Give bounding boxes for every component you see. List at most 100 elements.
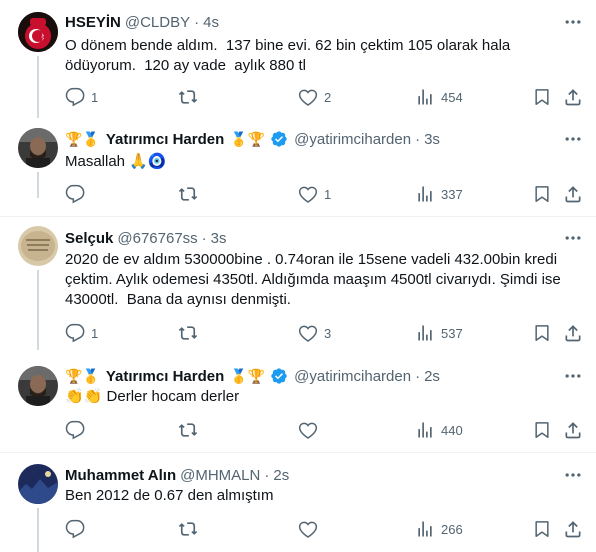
views-count: 337 — [441, 186, 463, 202]
author-handle[interactable]: @CLDBY — [125, 14, 190, 31]
more-icon[interactable] — [563, 12, 583, 32]
tweet-header: Selçuk @676767ss · 3s — [65, 228, 227, 248]
like-button[interactable] — [298, 519, 324, 539]
like-button[interactable] — [298, 420, 324, 440]
reply-count: 1 — [91, 325, 99, 341]
timestamp[interactable]: 2s — [424, 368, 440, 385]
reply-icon — [65, 87, 85, 107]
reply-button[interactable]: 1 — [65, 87, 98, 107]
action-bar: 1 337 — [65, 184, 585, 204]
bookmark-button[interactable] — [532, 519, 552, 539]
tweet-divider — [0, 452, 596, 453]
share-icon — [565, 186, 581, 203]
views-button[interactable]: 440 — [415, 420, 463, 440]
views-icon — [418, 186, 432, 202]
thread-line — [37, 172, 39, 198]
like-icon — [298, 422, 318, 439]
like-button[interactable]: 1 — [298, 184, 331, 204]
badge-emoji: 🏆🥇 — [65, 367, 100, 384]
retweet-button[interactable] — [178, 420, 204, 440]
share-button[interactable] — [563, 184, 583, 204]
author-handle[interactable]: @yatirimciharden — [294, 368, 411, 385]
like-count: 3 — [324, 325, 332, 341]
reply-icon — [65, 519, 85, 539]
timestamp[interactable]: 2s — [273, 467, 289, 484]
bookmark-button[interactable] — [532, 184, 552, 204]
share-button[interactable] — [563, 323, 583, 343]
author-handle[interactable]: @yatirimciharden — [294, 131, 411, 148]
bookmark-icon — [535, 89, 549, 105]
verified-badge-icon[interactable] — [270, 367, 288, 385]
share-button[interactable] — [563, 420, 583, 440]
author-name[interactable]: Muhammet Alın — [65, 467, 176, 484]
views-button[interactable]: 337 — [415, 184, 463, 204]
verified-badge-icon[interactable] — [270, 130, 288, 148]
timestamp[interactable]: 4s — [203, 14, 219, 31]
avatar[interactable] — [18, 226, 58, 266]
author-handle[interactable]: @MHMALN — [180, 467, 260, 484]
share-icon — [565, 422, 581, 439]
separator-dot: · — [194, 13, 200, 31]
separator-dot: · — [201, 229, 207, 247]
like-button[interactable]: 3 — [298, 323, 331, 343]
bookmark-button[interactable] — [532, 87, 552, 107]
bookmark-icon — [535, 186, 549, 202]
like-button[interactable]: 2 — [298, 87, 331, 107]
share-icon — [565, 325, 581, 342]
reply-button[interactable] — [65, 420, 91, 440]
author-name[interactable]: HSEYİN — [65, 14, 121, 31]
avatar[interactable] — [18, 12, 58, 52]
retweet-button[interactable] — [178, 519, 204, 539]
views-button[interactable]: 454 — [415, 87, 463, 107]
bookmark-button[interactable] — [532, 323, 552, 343]
tweet-text: Masallah 🙏🧿 — [65, 153, 167, 170]
timestamp[interactable]: 3s — [424, 131, 440, 148]
avatar[interactable] — [18, 366, 58, 406]
tweet-divider — [0, 216, 596, 217]
badge-emoji: 🏆🥇 — [65, 130, 100, 147]
retweet-button[interactable] — [178, 87, 204, 107]
author-name[interactable]: Yatırımcı Harden — [106, 368, 224, 385]
reply-button[interactable] — [65, 519, 91, 539]
views-button[interactable]: 537 — [415, 323, 463, 343]
retweet-button[interactable] — [178, 323, 204, 343]
reply-icon — [65, 184, 85, 204]
like-icon — [298, 325, 318, 342]
bookmark-button[interactable] — [532, 420, 552, 440]
avatar[interactable] — [18, 464, 58, 504]
share-icon — [565, 521, 581, 538]
separator-dot: · — [415, 130, 421, 148]
share-button[interactable] — [563, 519, 583, 539]
views-icon — [418, 521, 432, 537]
retweet-icon — [178, 90, 198, 104]
tweet-text: 2020 de ev aldım 530000bine . 0.74oran i… — [65, 251, 565, 308]
reply-count: 1 — [91, 89, 99, 105]
views-icon — [418, 422, 432, 438]
reply-button[interactable]: 1 — [65, 323, 98, 343]
author-handle[interactable]: @676767ss — [117, 230, 197, 247]
thread-line — [37, 56, 39, 118]
more-icon[interactable] — [563, 129, 583, 149]
like-icon — [298, 89, 318, 106]
views-icon — [418, 89, 432, 105]
like-count: 1 — [324, 186, 332, 202]
reply-button[interactable] — [65, 184, 91, 204]
more-icon[interactable] — [563, 465, 583, 485]
author-name[interactable]: Yatırımcı Harden — [106, 131, 224, 148]
bookmark-icon — [535, 521, 549, 537]
separator-dot: · — [264, 466, 270, 484]
timestamp[interactable]: 3s — [211, 230, 227, 247]
avatar[interactable] — [18, 128, 58, 168]
share-button[interactable] — [563, 87, 583, 107]
more-icon[interactable] — [563, 228, 583, 248]
tweet-text: O dönem bende aldım. 137 bine evi. 62 bi… — [65, 37, 515, 74]
share-icon — [565, 89, 581, 106]
retweet-button[interactable] — [178, 184, 204, 204]
thread-line — [37, 508, 39, 552]
tweet-header: 🏆🥇 Yatırımcı Harden 🥇🏆 @yatirimciharden … — [65, 129, 440, 149]
action-bar: 1 2 454 — [65, 87, 585, 107]
author-name[interactable]: Selçuk — [65, 230, 113, 247]
more-icon[interactable] — [563, 366, 583, 386]
reply-icon — [65, 323, 85, 343]
views-button[interactable]: 266 — [415, 519, 463, 539]
